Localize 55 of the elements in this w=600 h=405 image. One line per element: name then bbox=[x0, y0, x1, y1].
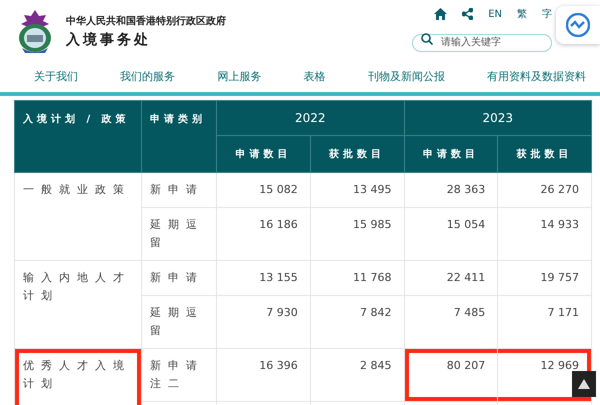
nav-menu-item[interactable]: 网上服务 bbox=[217, 68, 262, 84]
nav-menu-item[interactable]: 表格 bbox=[304, 68, 326, 84]
column-header: 申请数目 bbox=[216, 136, 310, 172]
policy-cell: 优秀人才入境计划 bbox=[14, 348, 142, 405]
year-header: 2023 bbox=[404, 100, 592, 136]
number-cell: 15 054 bbox=[404, 208, 498, 260]
number-cell: 19 757 bbox=[498, 260, 592, 296]
category-cell: 新申请 bbox=[142, 260, 216, 296]
nav-menu-item[interactable]: 有用资料及数据资料 bbox=[486, 68, 586, 84]
search-icon bbox=[421, 33, 433, 45]
back-to-top-button[interactable] bbox=[572, 371, 596, 397]
nav-menu-item[interactable]: 我们的服务 bbox=[120, 68, 176, 84]
category-cell: 延期逗留 bbox=[142, 296, 216, 348]
category-cell: 延期逗留 bbox=[142, 208, 216, 260]
government-name: 中华人民共和国香港特别行政区政府 bbox=[66, 14, 226, 28]
number-cell: 15 985 bbox=[310, 208, 404, 260]
number-cell: 7 171 bbox=[498, 296, 592, 348]
number-cell: 7 930 bbox=[216, 296, 310, 348]
nav-menu-item[interactable]: 刊物及新闻公报 bbox=[368, 68, 445, 84]
number-cell: 12 969 bbox=[498, 348, 592, 402]
column-header: 获批数目 bbox=[310, 136, 404, 172]
column-header: 申请类别 bbox=[142, 100, 216, 172]
department-name: 入境事务处 bbox=[66, 30, 152, 48]
wave-logo-icon bbox=[566, 13, 590, 37]
number-cell: 11 768 bbox=[310, 260, 404, 296]
number-cell: 7 842 bbox=[310, 296, 404, 348]
language-link[interactable]: 繁 bbox=[517, 7, 527, 21]
home-icon[interactable] bbox=[434, 8, 448, 20]
number-cell: 28 363 bbox=[404, 172, 498, 208]
category-cell: 新申请 bbox=[142, 172, 216, 208]
number-cell: 7 485 bbox=[404, 296, 498, 348]
language-link[interactable]: 字 bbox=[542, 7, 552, 21]
language-link[interactable]: EN bbox=[488, 8, 502, 20]
category-cell: 新申请 注二 bbox=[142, 348, 216, 402]
column-header: 获批数目 bbox=[498, 136, 592, 172]
accessibility-widget-button[interactable] bbox=[556, 6, 600, 44]
search-field[interactable]: 请输入关键字 bbox=[412, 34, 552, 52]
number-cell: 15 082 bbox=[216, 172, 310, 208]
nav-menu-item[interactable]: 关于我们 bbox=[34, 68, 78, 84]
number-cell: 22 411 bbox=[404, 260, 498, 296]
policy-cell: 输入内地人才计划 bbox=[14, 260, 142, 348]
number-cell: 13 495 bbox=[310, 172, 404, 208]
number-cell: 80 207 bbox=[404, 348, 498, 402]
column-header: 申请数目 bbox=[404, 136, 498, 172]
number-cell: 14 933 bbox=[498, 208, 592, 260]
number-cell: 16 186 bbox=[216, 208, 310, 260]
number-cell: 13 155 bbox=[216, 260, 310, 296]
share-icon[interactable] bbox=[462, 8, 474, 20]
up-triangle-icon bbox=[578, 379, 590, 389]
year-header: 2022 bbox=[216, 100, 404, 136]
number-cell: 16 396 bbox=[216, 348, 310, 402]
policy-cell: 一般就业政策 bbox=[14, 172, 142, 260]
number-cell: 26 270 bbox=[498, 172, 592, 208]
number-cell: 2 845 bbox=[310, 348, 404, 402]
column-header: 入境计划 / 政策 bbox=[14, 100, 142, 172]
